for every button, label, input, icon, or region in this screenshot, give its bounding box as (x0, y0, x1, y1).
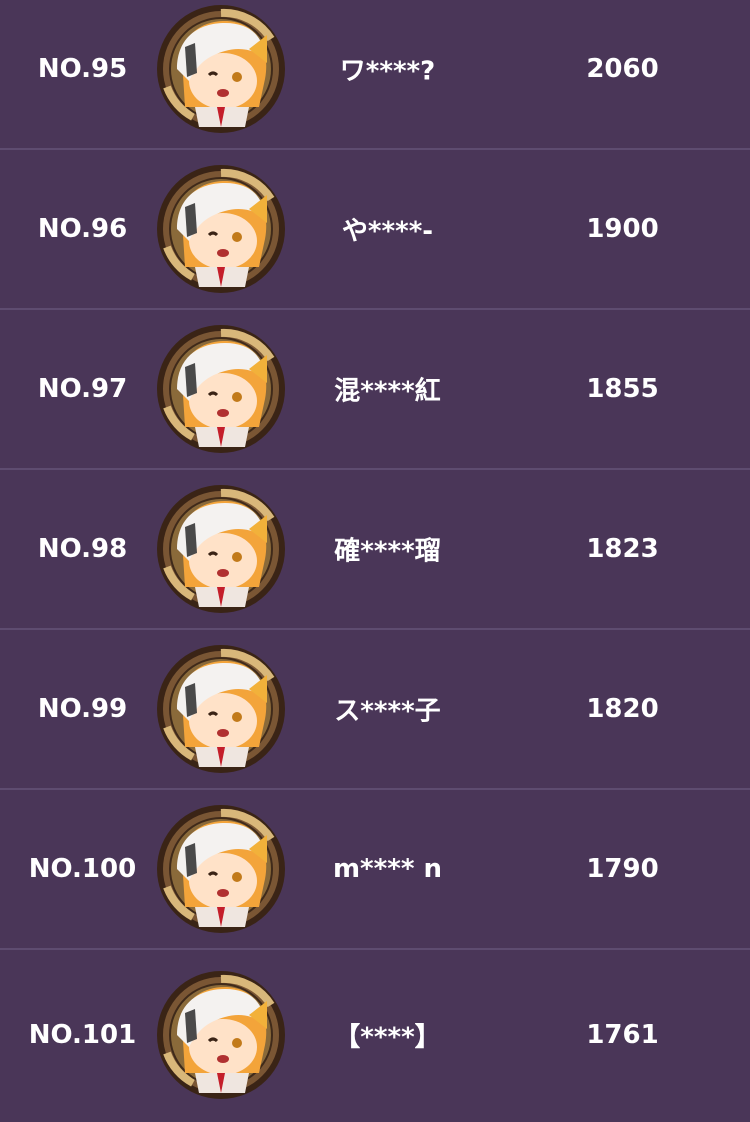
player-score: 2060 (586, 54, 659, 84)
rank-label: NO.97 (37, 374, 128, 404)
avatar[interactable] (155, 323, 287, 455)
ranking-row[interactable]: NO.96 や****- 1900 (0, 150, 750, 310)
player-score: 1823 (586, 534, 659, 564)
avatar[interactable] (155, 3, 287, 135)
rank-label: NO.101 (28, 1020, 137, 1050)
avatar[interactable] (155, 483, 287, 615)
rank-label: NO.96 (37, 214, 128, 244)
avatar[interactable] (155, 803, 287, 935)
chibi-character-portrait-icon (157, 325, 285, 453)
avatar[interactable] (155, 643, 287, 775)
ranking-row[interactable]: NO.100 m**** n 1790 (0, 790, 750, 950)
player-score: 1855 (586, 374, 659, 404)
player-score: 1790 (586, 854, 659, 884)
chibi-character-portrait-icon (157, 645, 285, 773)
rank-label: NO.98 (37, 534, 128, 564)
chibi-character-portrait-icon (157, 805, 285, 933)
ranking-row[interactable]: NO.99 ス****子 1820 (0, 630, 750, 790)
player-name: 【****】 (334, 1022, 441, 1053)
ranking-row[interactable]: NO.98 確****瑠 1823 (0, 470, 750, 630)
avatar[interactable] (155, 969, 287, 1101)
chibi-character-portrait-icon (157, 165, 285, 293)
ranking-list: NO.95 ワ****? 2060 NO.96 や****- 1900 NO.9… (0, 0, 750, 1122)
chibi-character-portrait-icon (157, 5, 285, 133)
player-score: 1761 (586, 1020, 659, 1050)
player-name: 確****瑠 (334, 536, 441, 567)
rank-label: NO.100 (28, 854, 137, 884)
player-name: や****- (341, 216, 434, 247)
player-name: ワ****? (339, 56, 436, 87)
rank-label: NO.95 (37, 54, 128, 84)
player-name: m**** n (332, 854, 443, 884)
ranking-row[interactable]: NO.97 混****紅 1855 (0, 310, 750, 470)
rank-label: NO.99 (37, 694, 128, 724)
avatar[interactable] (155, 163, 287, 295)
player-name: 混****紅 (334, 376, 441, 407)
ranking-row[interactable]: NO.101 【****】 1761 (0, 955, 750, 1115)
player-score: 1900 (586, 214, 659, 244)
chibi-character-portrait-icon (157, 485, 285, 613)
ranking-row[interactable]: NO.95 ワ****? 2060 (0, 0, 750, 150)
player-name: ス****子 (334, 696, 441, 727)
player-score: 1820 (586, 694, 659, 724)
chibi-character-portrait-icon (157, 971, 285, 1099)
